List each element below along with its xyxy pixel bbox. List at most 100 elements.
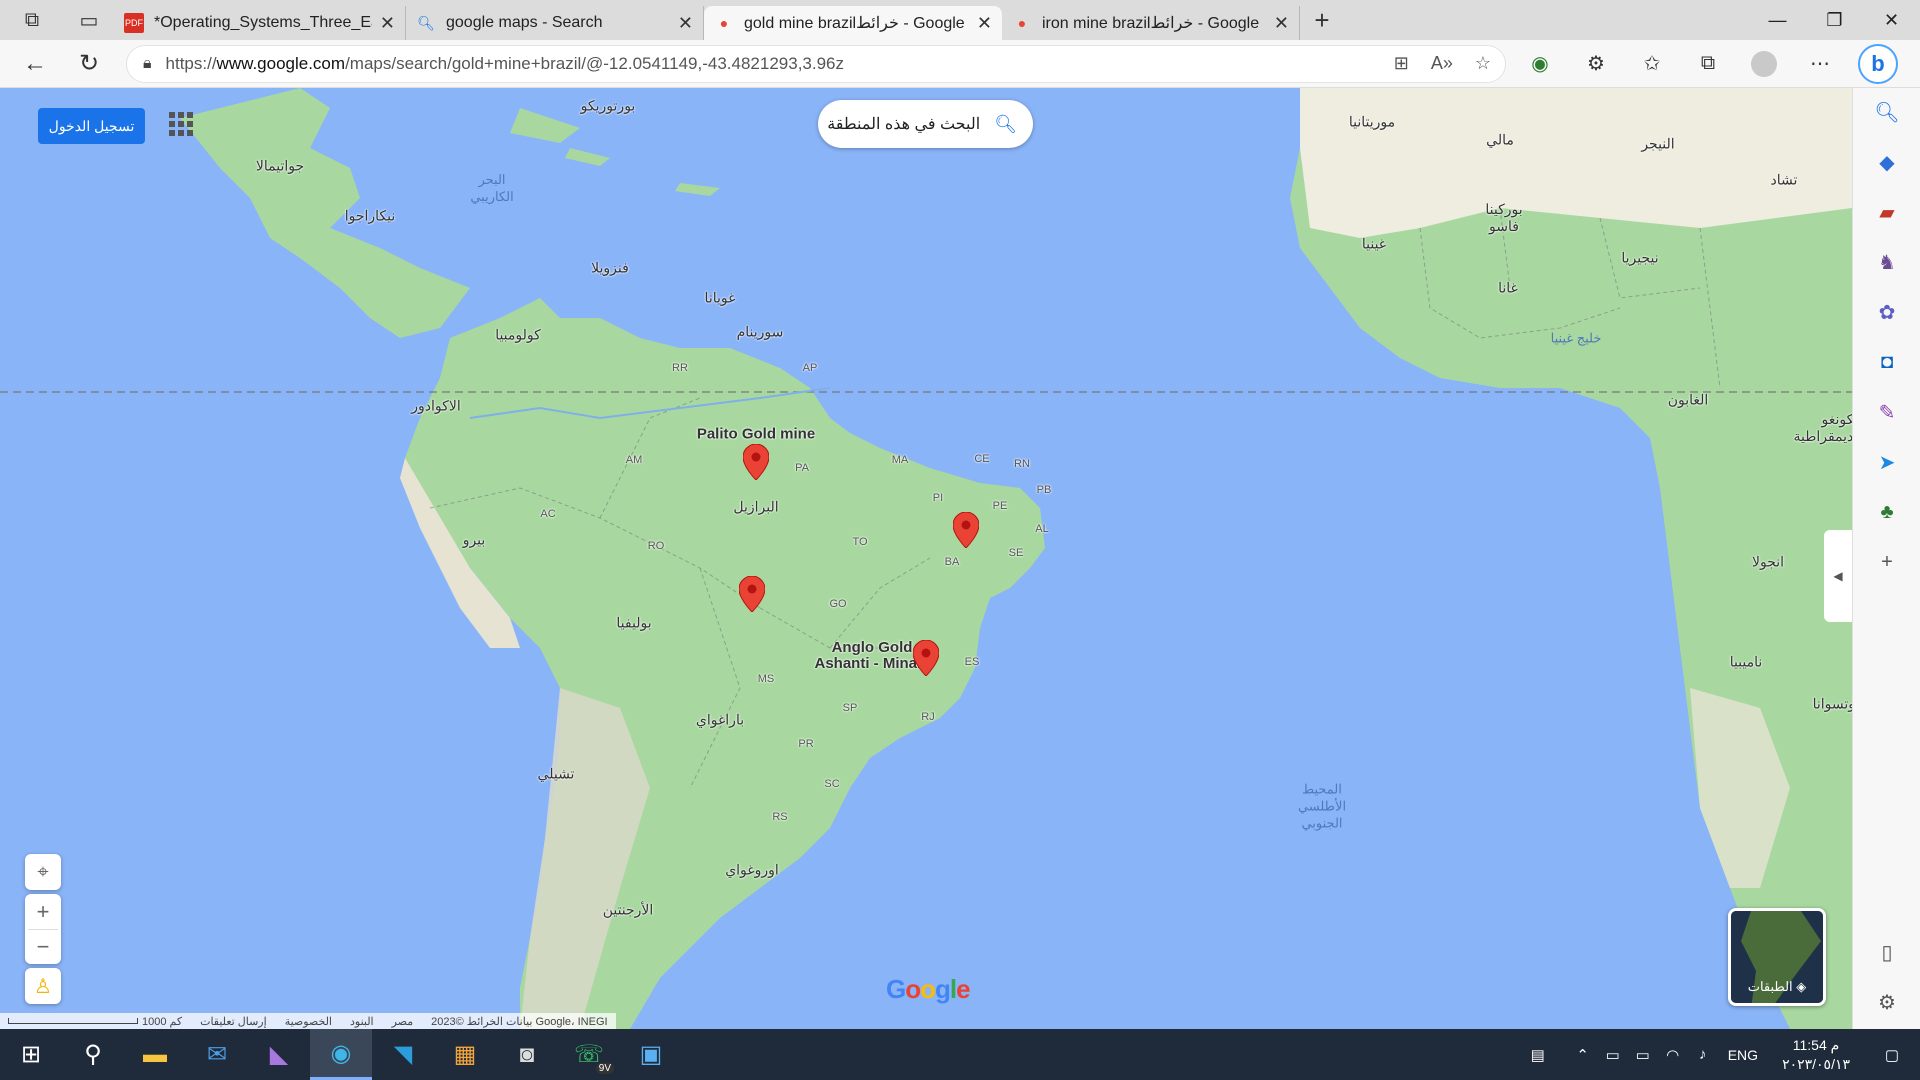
- pin-label-palito[interactable]: Palito Gold mine: [697, 426, 815, 443]
- state-ms: MS: [757, 673, 775, 685]
- sidebar-search-icon[interactable]: 🔍︎: [1853, 92, 1920, 132]
- map-canvas[interactable]: بورتوريكو جواتيمالا نيكاراجوا البحر الكا…: [0, 88, 1852, 1029]
- sidebar-outlook-icon[interactable]: ◘: [1853, 342, 1920, 382]
- volume-icon[interactable]: ♪: [1688, 1046, 1718, 1063]
- vscode-icon[interactable]: ◥: [372, 1029, 434, 1080]
- favorites-icon[interactable]: ✩: [1624, 42, 1680, 86]
- wifi-icon[interactable]: ◠: [1658, 1046, 1688, 1064]
- address-toolbar: ← ↻ 🔒︎ https://www.google.com/maps/searc…: [0, 40, 1920, 88]
- whatsapp-icon[interactable]: ☏ 9V: [558, 1029, 620, 1080]
- sign-in-button[interactable]: تسجيل الدخول: [38, 108, 145, 144]
- label-dr-congo: الكونغو الديمقراطية: [1793, 411, 1852, 444]
- lock-icon[interactable]: 🔒︎: [143, 55, 152, 73]
- search-this-area-button[interactable]: البحث في هذه المنطقة 🔍︎: [818, 100, 1033, 148]
- scale-bar[interactable]: 1000 كم: [8, 1015, 182, 1028]
- search-icon[interactable]: ⚲: [62, 1029, 124, 1080]
- minimize-button[interactable]: —: [1749, 0, 1806, 40]
- store-icon[interactable]: ▦: [434, 1029, 496, 1080]
- country-link[interactable]: مصر: [392, 1015, 414, 1028]
- zoom-out-button[interactable]: −: [28, 929, 58, 964]
- sidebar-settings-icon[interactable]: ⚙: [1853, 982, 1920, 1022]
- tab-strip: ⧉ ▭ PDF *Operating_Systems_Three_Easy_ ✕…: [0, 0, 1920, 40]
- sidebar-send-icon[interactable]: ➤: [1853, 442, 1920, 482]
- show-hidden-icons[interactable]: ⌃: [1568, 1046, 1598, 1064]
- edge-sidebar: 🔍︎ ◆ ▰ ♞ ✿ ◘ ✎ ➤ ♣ + ▯ ⚙: [1852, 88, 1920, 1029]
- label-brazil: البرازيل: [733, 498, 779, 515]
- start-icon[interactable]: ⊞: [0, 1029, 62, 1080]
- notifications-icon[interactable]: ▢: [1864, 1046, 1920, 1064]
- close-window-button[interactable]: ✕: [1863, 0, 1920, 40]
- app-available-icon[interactable]: ⊞: [1394, 53, 1409, 74]
- workspaces-icon[interactable]: ⧉: [0, 0, 64, 40]
- tab-pdf[interactable]: PDF *Operating_Systems_Three_Easy_ ✕: [114, 6, 406, 40]
- label-ghana: غانا: [1498, 279, 1518, 296]
- close-tab-icon[interactable]: ✕: [380, 13, 395, 34]
- meet-now-icon[interactable]: ▭: [1598, 1046, 1628, 1064]
- news-widget-icon[interactable]: ▤: [1508, 1046, 1568, 1064]
- tab-iron-mine[interactable]: ● iron mine brazil‎خرائط - Google ✕: [1002, 6, 1300, 40]
- mail-icon[interactable]: ✉: [186, 1029, 248, 1080]
- label-south-atlantic: المحيط الأطلسي الجنوبي: [1297, 781, 1347, 831]
- label-paraguay: باراغواي: [695, 711, 745, 728]
- google-apps-icon[interactable]: [169, 112, 193, 136]
- tab-actions-icon[interactable]: ▭: [64, 0, 114, 40]
- read-aloud-icon[interactable]: A»: [1431, 53, 1453, 74]
- state-ce: CE: [974, 453, 990, 465]
- close-tab-icon[interactable]: ✕: [1274, 13, 1289, 34]
- photos-icon[interactable]: ▣: [620, 1029, 682, 1080]
- map-pin-palito[interactable]: [743, 444, 769, 480]
- add-favorite-icon[interactable]: ☆: [1475, 53, 1491, 74]
- sidebar-games-icon[interactable]: ♞: [1853, 242, 1920, 282]
- more-menu-icon[interactable]: ⋯: [1792, 42, 1848, 86]
- address-bar[interactable]: 🔒︎ https://www.google.com/maps/search/go…: [126, 44, 1506, 83]
- map-pin-bahia[interactable]: [953, 512, 979, 548]
- sidebar-panel-icon[interactable]: ▯: [1853, 932, 1920, 972]
- label-niger: النيجر: [1641, 135, 1675, 152]
- pegman-street-view-button[interactable]: ♙: [25, 968, 61, 1004]
- label-caribbean: البحر الكاريبي: [470, 172, 514, 204]
- collections-icon[interactable]: ⧉: [1680, 42, 1736, 86]
- my-location-button[interactable]: ⌖: [25, 854, 61, 890]
- label-chad: تشاد: [1770, 171, 1798, 188]
- state-am: AM: [625, 454, 643, 466]
- clock[interactable]: 11:54 م ٢٠٢٣/٠٥/١٣: [1782, 1036, 1850, 1074]
- refresh-button[interactable]: ↻: [62, 42, 116, 86]
- sidebar-shopping-icon[interactable]: ◆: [1853, 142, 1920, 182]
- state-pi: PI: [932, 492, 944, 504]
- map-pin-mato-grosso[interactable]: [739, 576, 765, 612]
- restore-button[interactable]: ❐: [1806, 0, 1863, 40]
- edge-icon[interactable]: ◉: [310, 1029, 372, 1080]
- close-tab-icon[interactable]: ✕: [678, 13, 693, 34]
- profile-avatar[interactable]: [1751, 50, 1777, 77]
- state-sc: SC: [824, 778, 840, 790]
- sidebar-add-icon[interactable]: +: [1853, 542, 1920, 582]
- language-indicator[interactable]: ENG: [1728, 1047, 1758, 1063]
- visual-studio-icon[interactable]: ◣: [248, 1029, 310, 1080]
- collapse-panel-button[interactable]: ◀: [1824, 530, 1852, 622]
- close-tab-icon[interactable]: ✕: [977, 13, 992, 34]
- privacy-link[interactable]: الخصوصية: [285, 1015, 332, 1028]
- back-button[interactable]: ←: [8, 42, 62, 86]
- extension-globe-icon[interactable]: ◉: [1512, 42, 1568, 86]
- map-pin-anglo-gold[interactable]: [913, 640, 939, 676]
- tab-search[interactable]: 🔍︎ google maps - Search ✕: [406, 6, 704, 40]
- new-tab-button[interactable]: +: [1300, 0, 1344, 40]
- zoom-in-button[interactable]: +: [37, 894, 50, 929]
- terms-link[interactable]: البنود: [350, 1015, 374, 1028]
- sidebar-tools-icon[interactable]: ▰: [1853, 192, 1920, 232]
- file-explorer-icon[interactable]: ▬: [124, 1029, 186, 1080]
- label-mauritania: موريتانيا: [1348, 113, 1396, 130]
- send-feedback-link[interactable]: إرسال تعليقات: [200, 1015, 267, 1028]
- state-to: TO: [852, 536, 868, 548]
- camera-icon[interactable]: ◙: [496, 1029, 558, 1080]
- state-se: SE: [1008, 547, 1024, 559]
- sidebar-microsoft365-icon[interactable]: ✿: [1853, 292, 1920, 332]
- extensions-icon[interactable]: ⚙: [1568, 42, 1624, 86]
- tab-gold-mine[interactable]: ● gold mine brazil‎خرائط - Google ✕: [704, 6, 1002, 40]
- battery-icon[interactable]: ▭: [1628, 1046, 1658, 1064]
- bing-chat-button[interactable]: b: [1858, 43, 1898, 84]
- maps-pin-icon: ●: [1017, 15, 1027, 31]
- sidebar-tree-icon[interactable]: ♣: [1853, 492, 1920, 532]
- sidebar-designer-icon[interactable]: ✎: [1853, 392, 1920, 432]
- layers-button[interactable]: الطبقات ◈: [1728, 908, 1826, 1006]
